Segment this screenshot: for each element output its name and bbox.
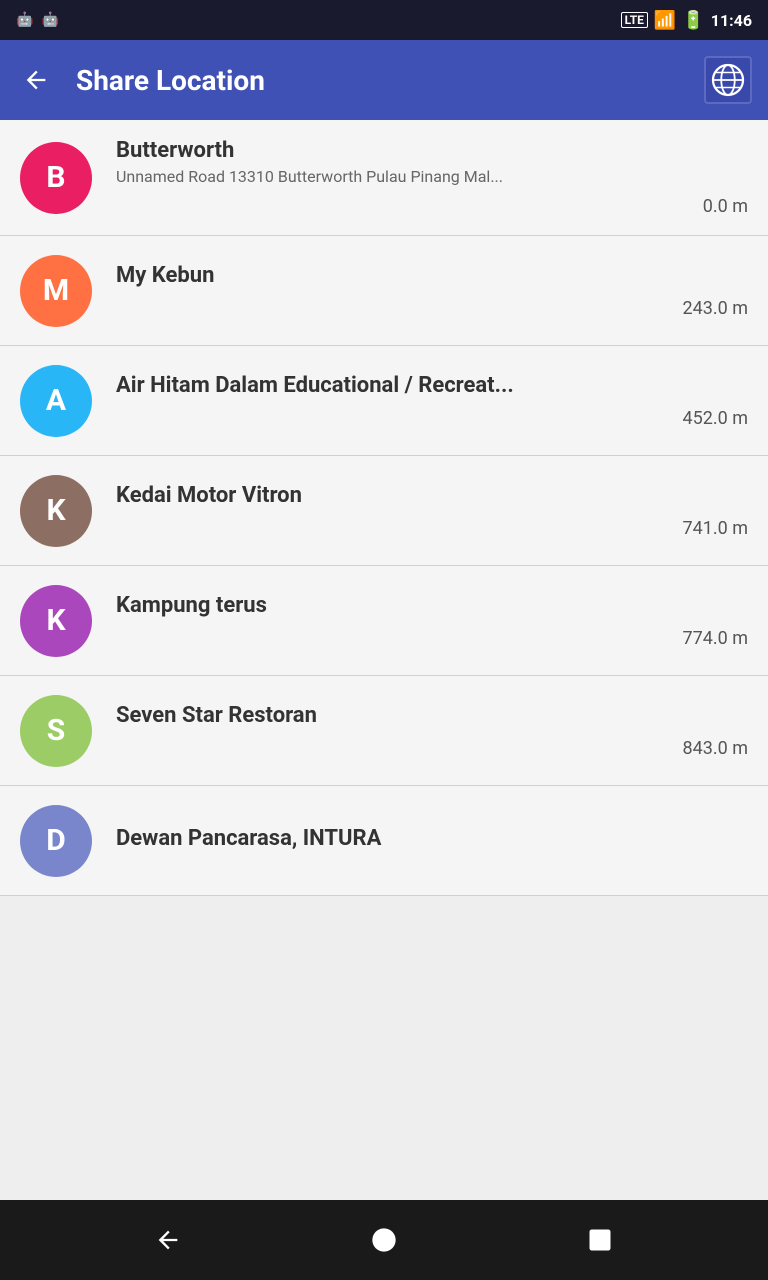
avatar: D (20, 805, 92, 877)
item-content: Butterworth Unnamed Road 13310 Butterwor… (116, 138, 748, 217)
list-item[interactable]: D Dewan Pancarasa, INTURA (0, 786, 768, 896)
item-content: Seven Star Restoran 843.0 m (116, 703, 748, 759)
item-name: Air Hitam Dalam Educational / Recreat... (116, 373, 748, 398)
item-content: Kampung terus 774.0 m (116, 593, 748, 649)
item-name: Dewan Pancarasa, INTURA (116, 826, 748, 851)
item-content: Kedai Motor Vitron 741.0 m (116, 483, 748, 539)
list-item[interactable]: K Kampung terus 774.0 m (0, 566, 768, 676)
item-distance: 843.0 m (683, 738, 748, 759)
list-item[interactable]: S Seven Star Restoran 843.0 m (0, 676, 768, 786)
status-bar: 🤖 🤖 LTE 📶 🔋 11:46 (0, 0, 768, 40)
location-list: B Butterworth Unnamed Road 13310 Butterw… (0, 120, 768, 1200)
item-name: Butterworth (116, 138, 748, 163)
battery-icon: 🔋 (682, 10, 704, 31)
item-distance: 452.0 m (683, 408, 748, 429)
nav-home-button[interactable] (359, 1215, 409, 1265)
clock: 11:46 (711, 11, 752, 30)
nav-back-button[interactable] (143, 1215, 193, 1265)
avatar: K (20, 585, 92, 657)
avatar: S (20, 695, 92, 767)
app-bar: Share Location (0, 40, 768, 120)
page-title: Share Location (76, 64, 684, 97)
item-name: My Kebun (116, 263, 748, 288)
item-distance: 741.0 m (683, 518, 748, 539)
list-item[interactable]: B Butterworth Unnamed Road 13310 Butterw… (0, 120, 768, 236)
item-distance: 774.0 m (683, 628, 748, 649)
nav-bar (0, 1200, 768, 1280)
item-name: Kampung terus (116, 593, 748, 618)
item-distance: 0.0 m (703, 196, 748, 217)
item-distance: 243.0 m (683, 298, 748, 319)
item-address: Unnamed Road 13310 Butterworth Pulau Pin… (116, 167, 748, 186)
signal-icon: 📶 (654, 10, 676, 31)
back-button[interactable] (16, 60, 56, 100)
nav-recent-button[interactable] (575, 1215, 625, 1265)
avatar: B (20, 142, 92, 214)
item-content: My Kebun 243.0 m (116, 263, 748, 319)
lte-badge: LTE (621, 12, 648, 28)
list-item[interactable]: A Air Hitam Dalam Educational / Recreat.… (0, 346, 768, 456)
item-content: Air Hitam Dalam Educational / Recreat...… (116, 373, 748, 429)
avatar: A (20, 365, 92, 437)
list-item[interactable]: K Kedai Motor Vitron 741.0 m (0, 456, 768, 566)
avatar: M (20, 255, 92, 327)
android-icon-1: 🤖 (16, 12, 33, 28)
avatar: K (20, 475, 92, 547)
globe-button[interactable] (704, 56, 752, 104)
item-content: Dewan Pancarasa, INTURA (116, 826, 748, 855)
item-name: Kedai Motor Vitron (116, 483, 748, 508)
item-name: Seven Star Restoran (116, 703, 748, 728)
android-icon-2: 🤖 (41, 12, 58, 28)
list-item[interactable]: M My Kebun 243.0 m (0, 236, 768, 346)
